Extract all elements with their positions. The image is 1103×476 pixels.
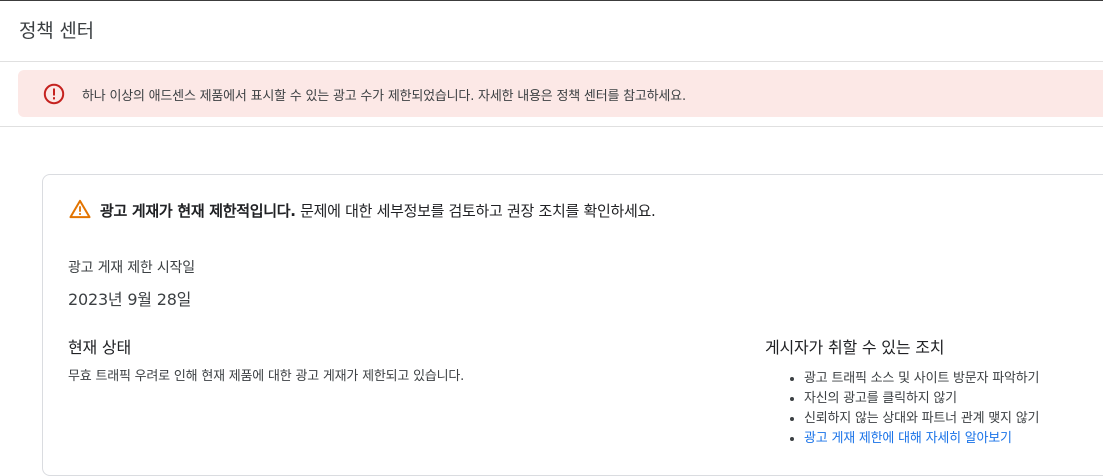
start-date-value: 2023년 9월 28일 bbox=[68, 290, 192, 309]
warning-text: 광고 게재가 현재 제한적입니다. 문제에 대한 세부정보를 검토하고 권장 조… bbox=[100, 200, 656, 221]
warning-detail-text: 문제에 대한 세부정보를 검토하고 권장 조치를 확인하세요. bbox=[295, 202, 656, 220]
action-item: 자신의 광고를 클릭하지 않기 bbox=[804, 389, 1039, 409]
publisher-actions-heading: 게시자가 취할 수 있는 조치 bbox=[765, 338, 945, 357]
learn-more-link[interactable]: 광고 게재 제한에 대해 자세히 알아보기 bbox=[804, 431, 1012, 446]
action-item: 신뢰하지 않는 상대와 파트너 관계 맺지 않기 bbox=[804, 409, 1039, 429]
page-title: 정책 센터 bbox=[19, 20, 94, 42]
current-status-text: 무효 트래픽 우려로 인해 현재 제품에 대한 광고 게재가 제한되고 있습니다… bbox=[68, 369, 465, 384]
current-status-heading: 현재 상태 bbox=[68, 338, 131, 357]
page-header: 정책 센터 bbox=[0, 1, 1103, 62]
warning-bold-text: 광고 게재가 현재 제한적입니다. bbox=[100, 202, 296, 220]
warning-triangle-icon bbox=[69, 199, 91, 219]
error-alert-banner: 하나 이상의 애드센스 제품에서 표시할 수 있는 광고 수가 제한되었습니다.… bbox=[18, 70, 1103, 117]
alert-section: 하나 이상의 애드센스 제품에서 표시할 수 있는 광고 수가 제한되었습니다.… bbox=[0, 62, 1103, 127]
start-date-label: 광고 게재 제한 시작일 bbox=[68, 260, 195, 276]
publisher-actions-list: 광고 트래픽 소스 및 사이트 방문자 파악하기 자신의 광고를 클릭하지 않기… bbox=[786, 369, 1039, 449]
action-item-link: 광고 게재 제한에 대해 자세히 알아보기 bbox=[804, 429, 1039, 449]
error-circle-icon bbox=[43, 83, 65, 105]
alert-message: 하나 이상의 애드센스 제품에서 표시할 수 있는 광고 수가 제한되었습니다.… bbox=[82, 89, 686, 104]
policy-status-card: 광고 게재가 현재 제한적입니다. 문제에 대한 세부정보를 검토하고 권장 조… bbox=[42, 174, 1103, 476]
action-item: 광고 트래픽 소스 및 사이트 방문자 파악하기 bbox=[804, 369, 1039, 389]
